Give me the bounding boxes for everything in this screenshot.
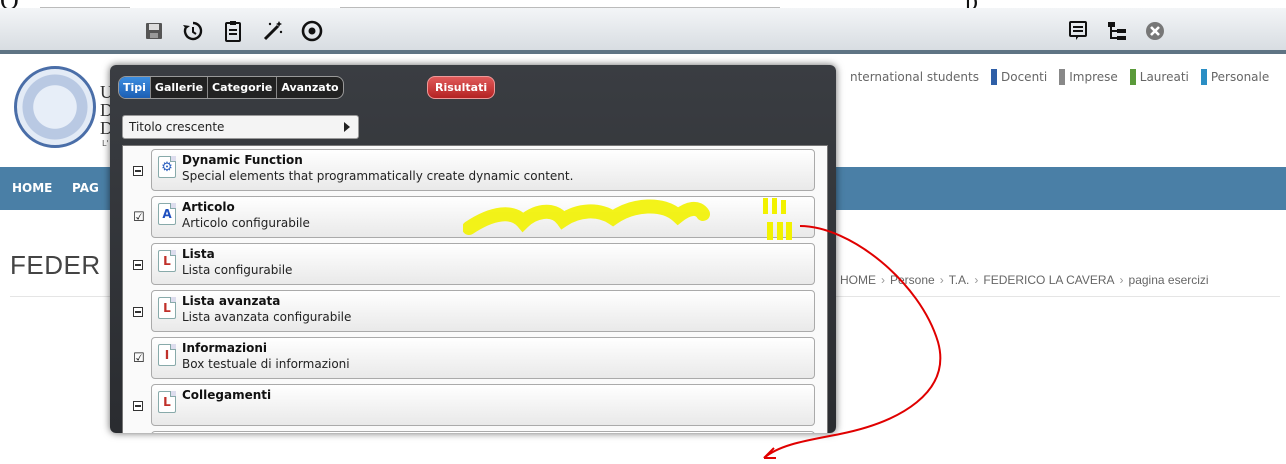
type-description: Articolo configurabile	[182, 216, 310, 230]
gallery-dialog: Tipi Gallerie Categorie Avanzato Risulta…	[110, 65, 836, 433]
item-checkbox[interactable]	[133, 166, 143, 176]
clipboard-icon[interactable]	[220, 18, 246, 44]
audience-link-label: nternational students	[850, 70, 979, 84]
type-title: Collegamenti	[182, 388, 272, 402]
save-icon[interactable]	[141, 18, 167, 44]
list-item: L Collegamenti	[123, 381, 827, 428]
list-item	[123, 428, 827, 433]
gear-icon: ⚙	[158, 156, 176, 178]
breadcrumb-current: pagina esercizi	[1128, 273, 1209, 287]
list-item: L Lista avanzata Lista avanzata configur…	[123, 287, 827, 334]
type-card[interactable]: ⚙ Dynamic Function Special elements that…	[151, 149, 815, 191]
highlighter-scribble	[463, 198, 792, 240]
type-title: Informazioni	[182, 341, 267, 355]
cropped-glyph: Q	[0, 0, 19, 8]
cropped-header-strip: Q p	[0, 0, 1286, 8]
page-title: FEDER	[10, 250, 101, 280]
list-icon[interactable]	[1065, 18, 1091, 44]
audience-link-label: Docenti	[1001, 70, 1048, 84]
type-title: Lista avanzata	[182, 294, 281, 308]
university-subtitle: L'	[102, 139, 109, 148]
cropped-glyph: p	[965, 0, 978, 8]
type-description: Special elements that programmatically c…	[182, 169, 574, 183]
type-description: Box testuale di informazioni	[182, 357, 350, 371]
list-item: ☑ I Informazioni Box testuale di informa…	[123, 334, 827, 381]
type-description: Lista avanzata configurabile	[182, 310, 352, 324]
item-checkbox[interactable]	[133, 307, 143, 317]
university-logo[interactable]	[14, 66, 96, 148]
gallery-tabs: Tipi Gallerie Categorie Avanzato	[118, 76, 344, 99]
audience-color-bar	[1200, 69, 1207, 85]
list-item: L Lista Lista configurabile	[123, 240, 827, 287]
editor-toolbar	[0, 8, 1286, 54]
link-doc-icon: L	[158, 391, 176, 413]
item-checkbox[interactable]	[133, 401, 143, 411]
list-doc-icon: L	[158, 297, 176, 319]
audience-color-bar	[991, 69, 997, 85]
audience-link-international[interactable]: nternational students	[846, 69, 979, 85]
close-icon[interactable]	[1142, 18, 1168, 44]
type-card[interactable]: L Lista Lista configurabile	[151, 243, 815, 285]
sort-select[interactable]: Titolo crescente	[122, 115, 359, 139]
type-title: Dynamic Function	[182, 153, 303, 167]
article-icon: A	[158, 203, 176, 225]
audience-link-imprese[interactable]: Imprese	[1059, 69, 1118, 85]
tab-avanzato[interactable]: Avanzato	[277, 77, 342, 98]
annotation-arrow	[763, 225, 942, 459]
audience-link-laureati[interactable]: Laureati	[1129, 69, 1189, 85]
type-title: Lista	[182, 247, 215, 261]
tab-gallerie[interactable]: Gallerie	[151, 77, 209, 98]
sort-select-value: Titolo crescente	[129, 120, 225, 134]
magic-wand-icon[interactable]	[260, 18, 286, 44]
target-icon[interactable]	[299, 18, 325, 44]
audience-link-personale[interactable]: Personale	[1200, 69, 1270, 85]
audience-color-bar	[1059, 69, 1066, 85]
audience-color-bar	[1129, 69, 1136, 85]
results-button[interactable]: Risultati	[427, 76, 496, 99]
type-list: ⚙ Dynamic Function Special elements that…	[122, 145, 828, 433]
tab-categorie[interactable]: Categorie	[208, 77, 278, 98]
tab-tipi[interactable]: Tipi	[119, 77, 151, 98]
item-checkbox[interactable]	[133, 260, 143, 270]
tree-icon[interactable]	[1104, 18, 1130, 44]
history-icon[interactable]	[180, 18, 206, 44]
list-doc-icon: L	[158, 250, 176, 272]
audience-link-label: Personale	[1210, 70, 1270, 84]
item-checkbox[interactable]: ☑	[133, 352, 145, 365]
nav-home[interactable]: HOME	[12, 181, 52, 195]
audience-link-label: Laureati	[1139, 70, 1189, 84]
type-card[interactable]: L Collegamenti	[151, 384, 815, 426]
breadcrumb-separator: ›	[1119, 273, 1124, 287]
nav-pagine[interactable]: PAG	[72, 181, 99, 195]
audience-nav: nternational students Docenti Imprese La…	[846, 69, 1269, 85]
audience-link-docenti[interactable]: Docenti	[991, 69, 1047, 85]
type-title: Articolo	[182, 200, 235, 214]
item-checkbox[interactable]: ☑	[133, 211, 145, 224]
type-card[interactable]: L Lista avanzata Lista avanzata configur…	[151, 290, 815, 332]
type-card[interactable]	[151, 431, 815, 433]
caret-right-icon	[344, 122, 350, 132]
breadcrumb-separator: ›	[974, 273, 979, 287]
type-description: Lista configurabile	[182, 263, 293, 277]
breadcrumb-person[interactable]: FEDERICO LA CAVERA	[983, 273, 1114, 287]
type-card[interactable]: I Informazioni Box testuale di informazi…	[151, 337, 815, 379]
audience-link-label: Imprese	[1069, 70, 1118, 84]
list-item: ⚙ Dynamic Function Special elements that…	[123, 146, 827, 193]
info-doc-icon: I	[158, 344, 176, 366]
